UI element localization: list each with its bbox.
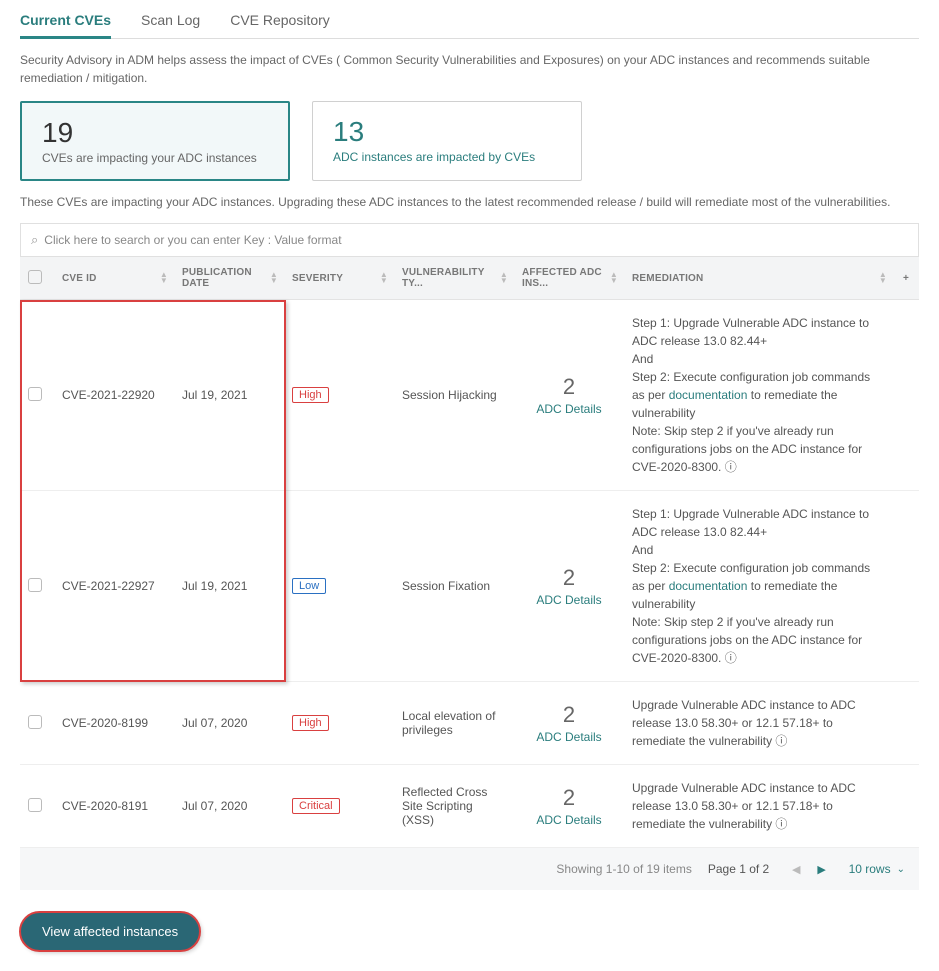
card-instances-impacted[interactable]: 13 ADC instances are impacted by CVEs <box>312 101 582 181</box>
col-checkbox[interactable] <box>20 257 54 300</box>
table-row: CVE-2020-8191Jul 07, 2020 Critical Reflect… <box>20 765 919 848</box>
table-row: CVE-2021-22927Jul 19, 2021 Low Session Fix… <box>20 491 919 682</box>
cell-vulnerability-type: Session Hijacking <box>394 300 514 491</box>
cell-cve-id: CVE-2020-8199 <box>54 682 174 765</box>
table-row: CVE-2020-8199Jul 07, 2020 High Local eleva… <box>20 682 919 765</box>
cell-vulnerability-type: Reflected Cross Site Scripting (XSS) <box>394 765 514 848</box>
remediation-text: Step 1: Upgrade Vulnerable ADC instance … <box>632 505 885 667</box>
row-checkbox[interactable] <box>28 387 42 401</box>
tab-cve-repository[interactable]: CVE Repository <box>230 6 330 38</box>
search-placeholder: Click here to search or you can enter Ke… <box>44 233 341 247</box>
documentation-link[interactable]: documentation <box>669 579 748 593</box>
pagination-showing: Showing 1-10 of 19 items <box>556 862 691 876</box>
cell-cve-id: CVE-2020-8191 <box>54 765 174 848</box>
tab-scan-log[interactable]: Scan Log <box>141 6 200 38</box>
affected-count: 2 <box>522 374 616 400</box>
row-checkbox[interactable] <box>28 798 42 812</box>
cell-publication-date: Jul 07, 2020 <box>174 765 284 848</box>
tab-bar: Current CVEs Scan Log CVE Repository <box>20 6 919 39</box>
affected-count: 2 <box>522 785 616 811</box>
advisory-description: Security Advisory in ADM helps assess th… <box>20 51 919 87</box>
instance-count: 13 <box>333 116 561 148</box>
instance-count-label: ADC instances are impacted by CVEs <box>333 150 561 164</box>
pagination-page: Page 1 of 2 <box>708 862 769 876</box>
remediation-text: Upgrade Vulnerable ADC instance to ADC r… <box>632 696 885 750</box>
search-input[interactable]: ⌕ Click here to search or you can enter … <box>20 223 919 257</box>
severity-badge: High <box>292 715 329 731</box>
severity-badge: High <box>292 387 329 403</box>
summary-cards: 19 CVEs are impacting your ADC instances… <box>20 101 919 181</box>
cve-table: CVE ID▲▼ PUBLICATION DATE▲▼ SEVERITY▲▼ V… <box>20 257 919 848</box>
remediation-text: Upgrade Vulnerable ADC instance to ADC r… <box>632 779 885 833</box>
affected-count: 2 <box>522 702 616 728</box>
cell-cve-id: CVE-2021-22920 <box>54 300 174 491</box>
adc-details-link[interactable]: ADC Details <box>522 813 616 827</box>
severity-badge: Low <box>292 578 326 594</box>
table-description: These CVEs are impacting your ADC instan… <box>20 195 919 209</box>
adc-details-link[interactable]: ADC Details <box>522 730 616 744</box>
card-cves-impacting[interactable]: 19 CVEs are impacting your ADC instances <box>20 101 290 181</box>
pagination-rows-dropdown[interactable]: 10 rows⌄ <box>849 862 905 876</box>
view-affected-instances-button[interactable]: View affected instances <box>20 912 200 951</box>
col-publication-date[interactable]: PUBLICATION DATE▲▼ <box>174 257 284 300</box>
col-vulnerability-type[interactable]: VULNERABILITY TY...▲▼ <box>394 257 514 300</box>
pagination-prev-button[interactable]: ◀ <box>785 858 807 880</box>
documentation-link[interactable]: documentation <box>669 388 748 402</box>
search-icon: ⌕ <box>31 232 38 248</box>
adc-details-link[interactable]: ADC Details <box>522 402 616 416</box>
col-severity[interactable]: SEVERITY▲▼ <box>284 257 394 300</box>
affected-count: 2 <box>522 565 616 591</box>
pagination-next-button[interactable]: ▶ <box>811 858 833 880</box>
remediation-text: Step 1: Upgrade Vulnerable ADC instance … <box>632 314 885 476</box>
col-cve-id[interactable]: CVE ID▲▼ <box>54 257 174 300</box>
severity-badge: Critical <box>292 798 340 814</box>
col-remediation[interactable]: REMEDIATION▲▼ <box>624 257 893 300</box>
tab-current-cves[interactable]: Current CVEs <box>20 6 111 38</box>
cve-count: 19 <box>42 117 268 149</box>
adc-details-link[interactable]: ADC Details <box>522 593 616 607</box>
cell-publication-date: Jul 19, 2021 <box>174 300 284 491</box>
cell-publication-date: Jul 07, 2020 <box>174 682 284 765</box>
cell-vulnerability-type: Local elevation of privileges <box>394 682 514 765</box>
row-checkbox[interactable] <box>28 715 42 729</box>
add-column-button[interactable]: + <box>893 257 919 300</box>
cell-cve-id: CVE-2021-22927 <box>54 491 174 682</box>
chevron-down-icon: ⌄ <box>897 864 905 875</box>
row-checkbox[interactable] <box>28 578 42 592</box>
cell-vulnerability-type: Session Fixation <box>394 491 514 682</box>
col-affected-instances[interactable]: AFFECTED ADC INS...▲▼ <box>514 257 624 300</box>
cell-publication-date: Jul 19, 2021 <box>174 491 284 682</box>
table-row: CVE-2021-22920Jul 19, 2021 High Session Hi… <box>20 300 919 491</box>
cve-count-label: CVEs are impacting your ADC instances <box>42 151 268 165</box>
pagination-bar: Showing 1-10 of 19 items Page 1 of 2 ◀ ▶… <box>20 848 919 890</box>
